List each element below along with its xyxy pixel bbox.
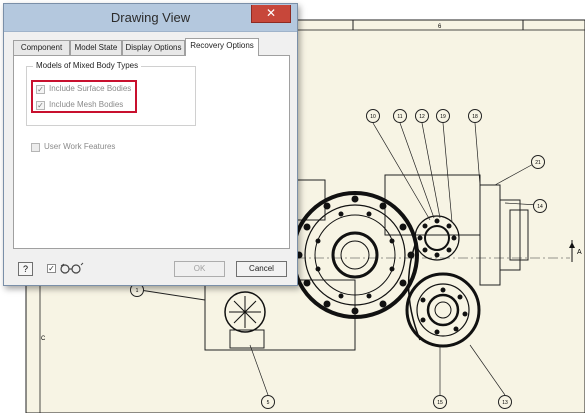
close-icon: ✕ [265, 6, 277, 20]
tab-model-state[interactable]: Model State [70, 40, 122, 55]
balloon-18[interactable]: 18 [468, 109, 482, 123]
dialog-button-bar: ? ✓ OK Cancel [4, 256, 297, 285]
balloon-15[interactable]: 14 [533, 199, 547, 213]
tab-display-options[interactable]: Display Options [122, 40, 185, 55]
balloon-5[interactable]: 5 [261, 395, 275, 409]
svg-text:18: 18 [472, 114, 478, 120]
section-marker-label: A [577, 249, 582, 256]
highlight-annotation [31, 80, 137, 113]
zone-label-c: C [41, 336, 46, 342]
ok-button[interactable]: OK [174, 261, 225, 277]
svg-text:19: 19 [440, 114, 446, 120]
help-button[interactable]: ? [18, 262, 33, 276]
svg-text:15: 15 [437, 400, 443, 406]
svg-text:13: 13 [502, 400, 508, 406]
balloon-13[interactable]: 13 [498, 395, 512, 409]
dialog-titlebar[interactable]: Drawing View ✕ [4, 4, 297, 32]
user-work-features-checkbox[interactable] [31, 143, 40, 152]
drawing-view-dialog: Drawing View ✕ Component Model State Dis… [3, 3, 298, 286]
group-title: Models of Mixed Body Types [33, 61, 142, 70]
motor-fan [224, 291, 266, 333]
tab-component[interactable]: Component [13, 40, 70, 55]
user-work-features-label: User Work Features [44, 142, 116, 151]
balloon-21[interactable]: 21 [531, 155, 545, 169]
svg-text:5: 5 [267, 400, 270, 406]
svg-text:1: 1 [136, 288, 139, 294]
svg-text:10: 10 [370, 114, 376, 120]
balloon-19[interactable]: 19 [436, 109, 450, 123]
tab-recovery-options[interactable]: Recovery Options [185, 38, 259, 56]
help-icon: ? [22, 264, 28, 274]
preview-checkbox[interactable]: ✓ [47, 264, 56, 273]
balloon-10[interactable]: 10 [366, 109, 380, 123]
balloon-11[interactable]: 11 [393, 109, 407, 123]
balloon-12[interactable]: 12 [415, 109, 429, 123]
balloon-14[interactable]: 15 [433, 395, 447, 409]
svg-text:21: 21 [535, 160, 541, 166]
svg-text:11: 11 [397, 114, 402, 120]
svg-text:14: 14 [537, 204, 543, 210]
svg-text:12: 12 [419, 114, 425, 120]
preview-glasses-icon [60, 262, 84, 274]
close-button[interactable]: ✕ [251, 5, 291, 23]
cancel-button[interactable]: Cancel [236, 261, 287, 277]
